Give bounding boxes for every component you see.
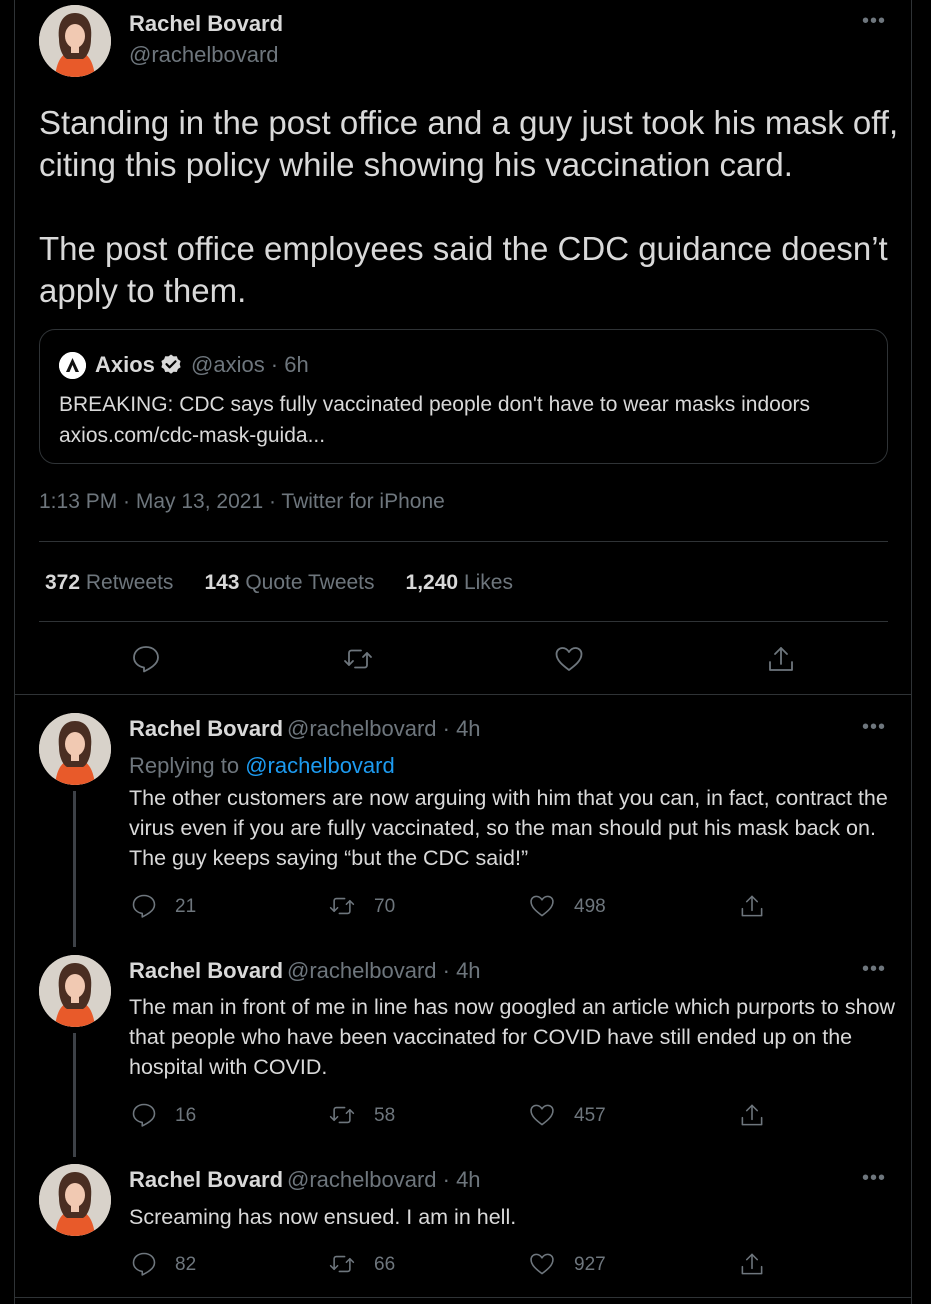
author-name[interactable]: Rachel Bovard	[129, 11, 283, 37]
share-icon[interactable]	[738, 1250, 766, 1278]
reply-count: 82	[175, 1254, 197, 1275]
reply-text: The other customers are now arguing with…	[129, 786, 888, 870]
quote-handle-time: @axios · 6h	[191, 352, 309, 377]
like-icon[interactable]	[528, 892, 556, 920]
retweet-count: 70	[374, 896, 396, 917]
reply-count: 16	[175, 1105, 197, 1126]
retweets-stat[interactable]: 372 Retweets	[45, 571, 173, 595]
retweet-icon[interactable]	[328, 892, 356, 920]
replying-to-link[interactable]: @rachelbovard	[245, 753, 395, 778]
replying-to: Replying to @rachelbovard	[129, 753, 395, 778]
reply-author-name[interactable]: Rachel Bovard	[129, 716, 283, 742]
axios-logo	[59, 352, 86, 379]
more-icon[interactable]: •••	[862, 10, 886, 33]
reply-icon[interactable]	[130, 892, 158, 920]
divider	[14, 1297, 912, 1298]
quoted-tweet[interactable]: Axios @axios · 6h BREAKING: CDC says ful…	[39, 329, 888, 464]
thread-line	[73, 1033, 76, 1157]
divider	[39, 541, 888, 542]
quote-tweets-stat[interactable]: 143 Quote Tweets	[204, 571, 374, 595]
like-count: 457	[574, 1105, 606, 1126]
like-count: 498	[574, 896, 606, 917]
more-icon[interactable]: •••	[862, 1167, 886, 1190]
share-icon[interactable]	[738, 1101, 766, 1129]
avatar[interactable]	[39, 955, 111, 1027]
quote-author-name: Axios	[95, 352, 155, 377]
thread-line	[73, 791, 76, 947]
more-icon[interactable]: •••	[862, 716, 886, 739]
verified-icon	[161, 354, 181, 374]
reply-text: The man in front of me in line has now g…	[129, 995, 896, 1079]
avatar[interactable]	[39, 5, 111, 77]
author-handle[interactable]: @rachelbovard	[129, 42, 279, 68]
retweet-count: 58	[374, 1105, 396, 1126]
like-icon[interactable]	[528, 1101, 556, 1129]
tweet-stats: 372 Retweets 143 Quote Tweets 1,240 Like…	[45, 571, 513, 595]
reply-icon[interactable]	[130, 1250, 158, 1278]
like-count: 927	[574, 1254, 606, 1275]
like-icon[interactable]	[528, 1250, 556, 1278]
retweet-icon[interactable]	[328, 1101, 356, 1129]
divider	[14, 694, 912, 695]
share-icon[interactable]	[765, 643, 797, 675]
reply-author-name[interactable]: Rachel Bovard	[129, 958, 283, 984]
reply-count: 21	[175, 896, 197, 917]
avatar[interactable]	[39, 713, 111, 785]
reply-text: Screaming has now ensued. I am in hell.	[129, 1205, 517, 1229]
retweet-icon[interactable]	[342, 643, 374, 675]
likes-stat[interactable]: 1,240 Likes	[406, 571, 513, 595]
reply-handle-time[interactable]: @rachelbovard · 4h	[287, 958, 481, 984]
reply-author-name[interactable]: Rachel Bovard	[129, 1167, 283, 1193]
quote-text: BREAKING: CDC says fully vaccinated peop…	[59, 393, 811, 447]
reply-handle-time[interactable]: @rachelbovard · 4h	[287, 1167, 481, 1193]
avatar[interactable]	[39, 1164, 111, 1236]
reply-icon[interactable]	[130, 643, 162, 675]
like-icon[interactable]	[553, 643, 585, 675]
tweet-text: Standing in the post office and a guy ju…	[39, 104, 899, 309]
retweet-icon[interactable]	[328, 1250, 356, 1278]
more-icon[interactable]: •••	[862, 958, 886, 981]
divider	[39, 621, 888, 622]
reply-handle-time[interactable]: @rachelbovard · 4h	[287, 716, 481, 742]
tweet-meta[interactable]: 1:13 PM · May 13, 2021 · Twitter for iPh…	[39, 490, 445, 514]
retweet-count: 66	[374, 1254, 396, 1275]
share-icon[interactable]	[738, 892, 766, 920]
reply-icon[interactable]	[130, 1101, 158, 1129]
